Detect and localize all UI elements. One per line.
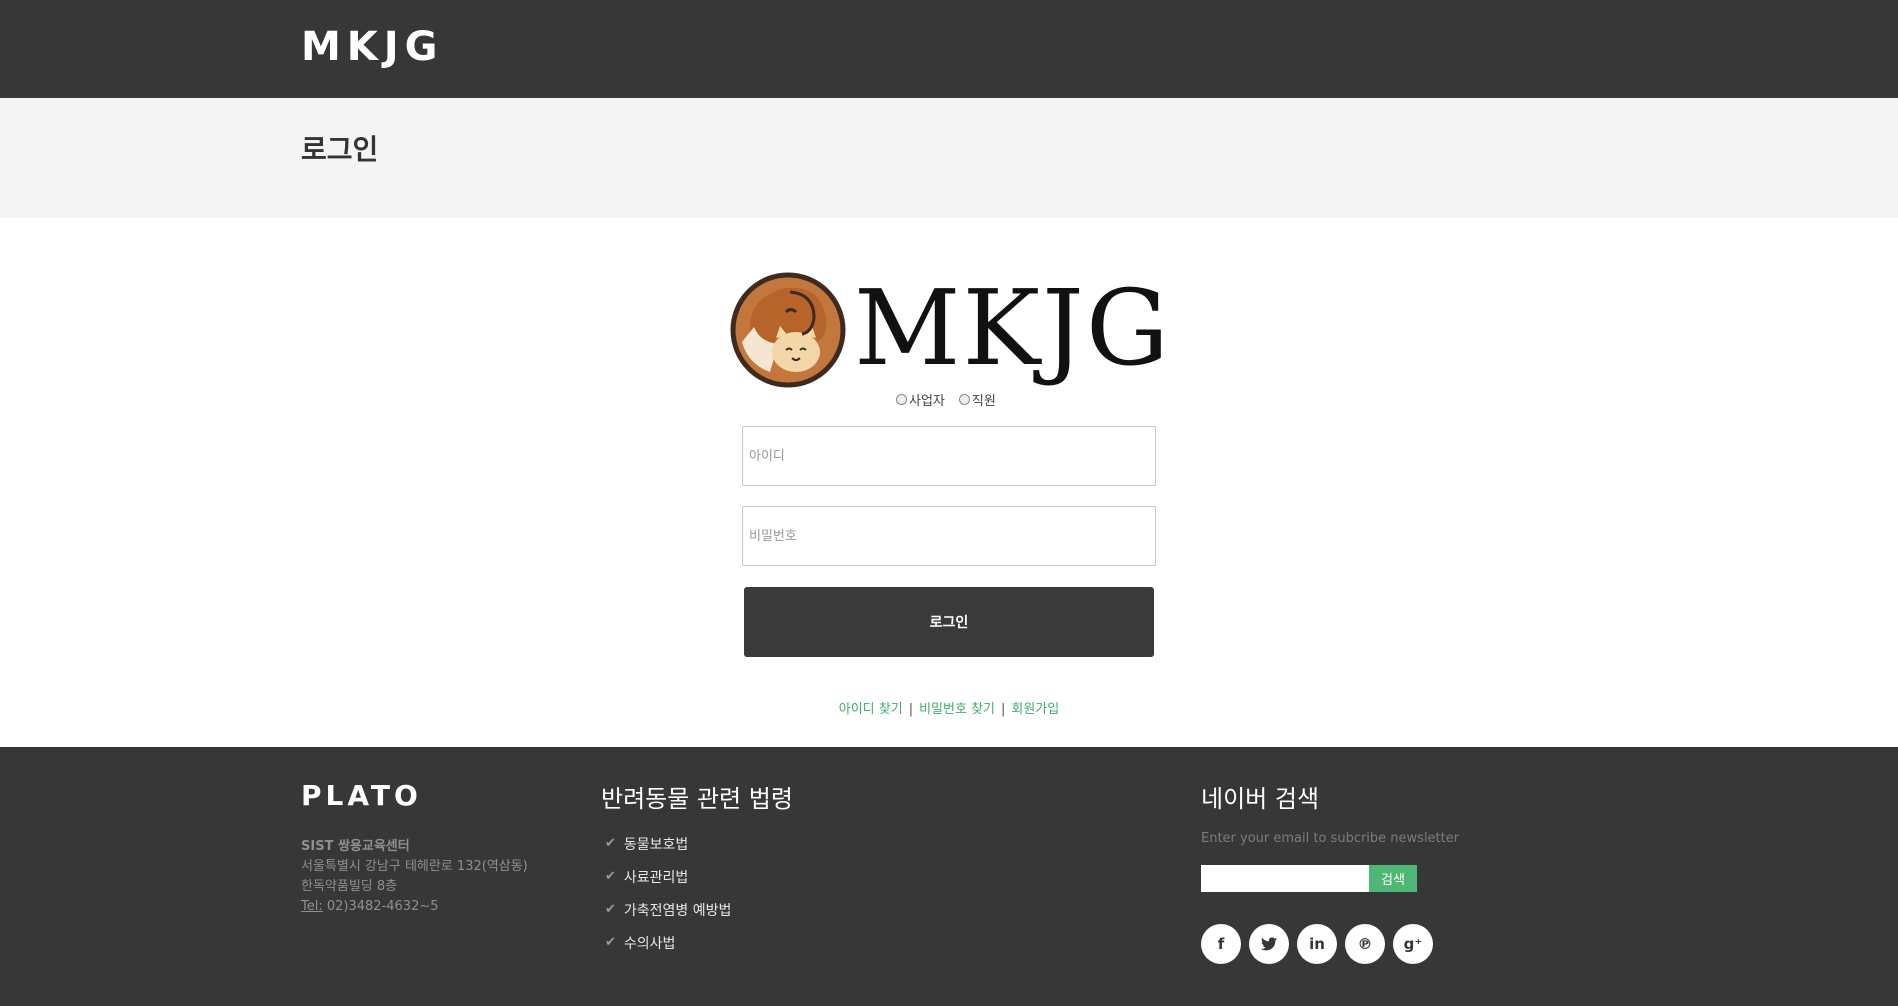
law-item-label: 사료관리법 bbox=[623, 869, 689, 886]
facebook-icon[interactable]: f bbox=[1201, 924, 1241, 964]
address-line1: 서울특별시 강남구 테헤란로 132(역삼동) bbox=[301, 859, 528, 874]
law-item[interactable]: ✔ 수의사법 bbox=[605, 926, 731, 959]
laws-list: ✔ 동물보호법 ✔ 사료관리법 ✔ 가축전염병 예방법 ✔ 수의사법 bbox=[605, 827, 731, 959]
radio-business[interactable] bbox=[896, 394, 907, 405]
signup-link[interactable]: 회원가입 bbox=[1011, 702, 1059, 717]
newsletter-subtitle: Enter your email to subcribe newsletter bbox=[1201, 831, 1460, 846]
password-field-wrapper bbox=[742, 506, 1156, 566]
twitter-icon[interactable] bbox=[1249, 924, 1289, 964]
link-separator: | bbox=[1001, 702, 1006, 717]
naver-search-box: 검색 bbox=[1201, 865, 1417, 892]
check-icon: ✔ bbox=[605, 902, 616, 917]
law-item[interactable]: ✔ 동물보호법 bbox=[605, 827, 731, 860]
login-section: MKJG 사업자 직원 로그인 아이디 찾기 | 비밀번호 찾기 | 회원가입 bbox=[0, 218, 1898, 747]
law-item-label: 동물보호법 bbox=[623, 836, 689, 853]
law-item-label: 가축전염병 예방법 bbox=[623, 902, 732, 919]
role-employee-label: 직원 bbox=[971, 394, 996, 409]
naver-search-button[interactable]: 검색 bbox=[1369, 865, 1417, 892]
naver-search-heading: 네이버 검색 bbox=[1201, 785, 1320, 813]
google-plus-icon[interactable]: g⁺ bbox=[1393, 924, 1433, 964]
find-password-link[interactable]: 비밀번호 찾기 bbox=[919, 702, 995, 717]
id-field-wrapper bbox=[742, 426, 1156, 486]
link-separator: | bbox=[908, 702, 914, 717]
footer-brand: PLATO bbox=[301, 779, 422, 812]
role-business-label: 사업자 bbox=[909, 394, 945, 409]
address-tel: Tel: 02)3482-4632~5 bbox=[301, 897, 528, 917]
role-selector: 사업자 직원 bbox=[896, 390, 996, 409]
law-item[interactable]: ✔ 가축전염병 예방법 bbox=[605, 893, 731, 926]
logo-wordmark: MKJG bbox=[854, 267, 1171, 389]
find-id-link[interactable]: 아이디 찾기 bbox=[839, 702, 903, 717]
naver-search-input[interactable] bbox=[1201, 865, 1369, 892]
radio-employee[interactable] bbox=[958, 394, 970, 405]
page-title-band: 로그인 bbox=[0, 98, 1898, 218]
footer: PLATO SIST 쌍용교육센터 서울특별시 강남구 테헤란로 132(역삼동… bbox=[0, 747, 1898, 1006]
check-icon: ✔ bbox=[605, 836, 616, 851]
tel-label: Tel: bbox=[301, 899, 323, 914]
laws-heading: 반려동물 관련 법령 bbox=[601, 785, 793, 813]
tel-value: 02)3482-4632~5 bbox=[322, 899, 439, 914]
check-icon: ✔ bbox=[605, 935, 616, 950]
role-option-employee[interactable]: 직원 bbox=[958, 390, 996, 409]
login-button[interactable]: 로그인 bbox=[744, 587, 1154, 657]
linkedin-icon[interactable]: in bbox=[1297, 924, 1337, 964]
check-icon: ✔ bbox=[605, 869, 616, 884]
social-links: f in ℗ g⁺ bbox=[1201, 924, 1433, 964]
page-title: 로그인 bbox=[301, 133, 379, 166]
top-header: MKJG bbox=[0, 0, 1898, 98]
role-option-business[interactable]: 사업자 bbox=[896, 390, 945, 409]
law-item[interactable]: ✔ 사료관리법 bbox=[605, 860, 731, 893]
id-input[interactable] bbox=[743, 427, 1155, 485]
account-links: 아이디 찾기 | 비밀번호 찾기 | 회원가입 bbox=[0, 698, 1898, 717]
brand-logo[interactable]: MKJG bbox=[301, 24, 444, 70]
pet-logo-icon bbox=[730, 272, 846, 388]
footer-address: SIST 쌍용교육센터 서울특별시 강남구 테헤란로 132(역삼동) 한독약품… bbox=[301, 837, 528, 917]
pinterest-icon[interactable]: ℗ bbox=[1345, 924, 1385, 964]
password-input[interactable] bbox=[743, 507, 1155, 565]
address-line2: 한독약품빌딩 8층 bbox=[301, 879, 398, 894]
law-item-label: 수의사법 bbox=[623, 935, 676, 952]
address-org: SIST 쌍용교육센터 bbox=[301, 839, 410, 854]
login-logo: MKJG bbox=[730, 268, 1170, 388]
